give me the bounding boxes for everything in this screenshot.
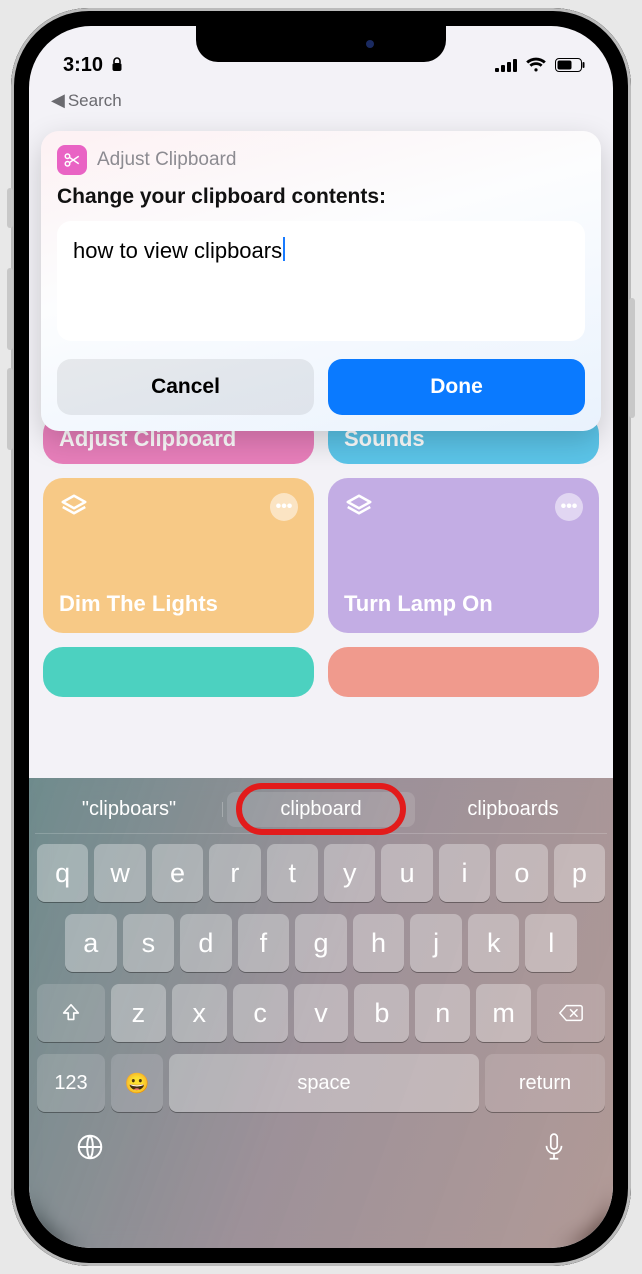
status-time: 3:10: [63, 54, 103, 77]
key-a[interactable]: a: [65, 914, 117, 972]
key-v[interactable]: v: [294, 984, 349, 1042]
input-value: how to view clipboars: [73, 238, 282, 263]
screen: 3:10 ◀ Search: [29, 26, 613, 1248]
key-shift[interactable]: [37, 984, 105, 1042]
key-o[interactable]: o: [496, 844, 547, 902]
more-icon[interactable]: •••: [555, 493, 583, 521]
clipboard-modal: Adjust Clipboard Change your clipboard c…: [41, 131, 601, 431]
power-button: [629, 298, 635, 418]
cellular-signal-icon: [495, 58, 517, 72]
key-y[interactable]: y: [324, 844, 375, 902]
key-backspace[interactable]: [537, 984, 605, 1042]
done-button[interactable]: Done: [328, 359, 585, 415]
key-d[interactable]: d: [180, 914, 232, 972]
shortcut-card-dim-lights[interactable]: ••• Dim The Lights: [43, 478, 314, 633]
key-space[interactable]: space: [169, 1054, 479, 1112]
back-nav[interactable]: ◀ Search: [29, 86, 613, 111]
suggestion-bar: "clipboars" clipboard clipboards: [35, 786, 607, 834]
suggestion-1[interactable]: clipboard: [227, 792, 415, 827]
mute-switch: [7, 188, 13, 228]
modal-prompt: Change your clipboard contents:: [57, 185, 585, 209]
key-emoji[interactable]: 😀: [111, 1054, 163, 1112]
key-t[interactable]: t: [267, 844, 318, 902]
notch: [196, 26, 446, 62]
shortcut-card-turn-lamp-on[interactable]: ••• Turn Lamp On: [328, 478, 599, 633]
key-h[interactable]: h: [353, 914, 405, 972]
key-n[interactable]: n: [415, 984, 470, 1042]
done-label: Done: [430, 375, 483, 399]
key-l[interactable]: l: [525, 914, 577, 972]
shortcut-card-partial-2[interactable]: [328, 647, 599, 697]
key-w[interactable]: w: [94, 844, 145, 902]
stack-icon: [344, 492, 374, 522]
key-c[interactable]: c: [233, 984, 288, 1042]
wifi-icon: [525, 57, 547, 73]
stack-icon: [59, 492, 89, 522]
shortcut-title: Turn Lamp On: [344, 591, 583, 617]
suggestion-0[interactable]: "clipboars": [35, 792, 223, 827]
key-x[interactable]: x: [172, 984, 227, 1042]
backspace-icon: [558, 1003, 584, 1023]
emoji-icon: 😀: [125, 1071, 150, 1096]
key-j[interactable]: j: [410, 914, 462, 972]
key-g[interactable]: g: [295, 914, 347, 972]
key-p[interactable]: p: [554, 844, 605, 902]
suggestion-2[interactable]: clipboards: [419, 792, 607, 827]
key-q[interactable]: q: [37, 844, 88, 902]
back-label: Search: [68, 91, 122, 111]
volume-up-button: [7, 268, 13, 350]
scissors-icon: [57, 145, 87, 175]
key-numbers[interactable]: 123: [37, 1054, 105, 1112]
cancel-button[interactable]: Cancel: [57, 359, 314, 415]
globe-icon[interactable]: [75, 1132, 105, 1162]
key-u[interactable]: u: [381, 844, 432, 902]
text-caret: [283, 237, 285, 261]
battery-icon: [555, 58, 585, 72]
key-m[interactable]: m: [476, 984, 531, 1042]
portrait-lock-icon: [109, 56, 125, 74]
dictation-icon[interactable]: [541, 1132, 567, 1162]
key-s[interactable]: s: [123, 914, 175, 972]
key-e[interactable]: e: [152, 844, 203, 902]
key-f[interactable]: f: [238, 914, 290, 972]
key-z[interactable]: z: [111, 984, 166, 1042]
chevron-left-icon: ◀: [51, 90, 65, 111]
shortcut-title: Dim The Lights: [59, 591, 298, 617]
key-k[interactable]: k: [468, 914, 520, 972]
more-icon[interactable]: •••: [270, 493, 298, 521]
key-b[interactable]: b: [354, 984, 409, 1042]
shift-icon: [60, 1002, 82, 1024]
shortcut-card-partial-1[interactable]: [43, 647, 314, 697]
key-return[interactable]: return: [485, 1054, 605, 1112]
phone-frame: 3:10 ◀ Search: [11, 8, 631, 1266]
volume-down-button: [7, 368, 13, 450]
cancel-label: Cancel: [151, 375, 220, 399]
key-i[interactable]: i: [439, 844, 490, 902]
key-r[interactable]: r: [209, 844, 260, 902]
modal-title: Adjust Clipboard: [97, 149, 236, 171]
clipboard-input[interactable]: how to view clipboars: [57, 221, 585, 341]
keyboard: "clipboars" clipboard clipboards q w e r…: [29, 778, 613, 1248]
